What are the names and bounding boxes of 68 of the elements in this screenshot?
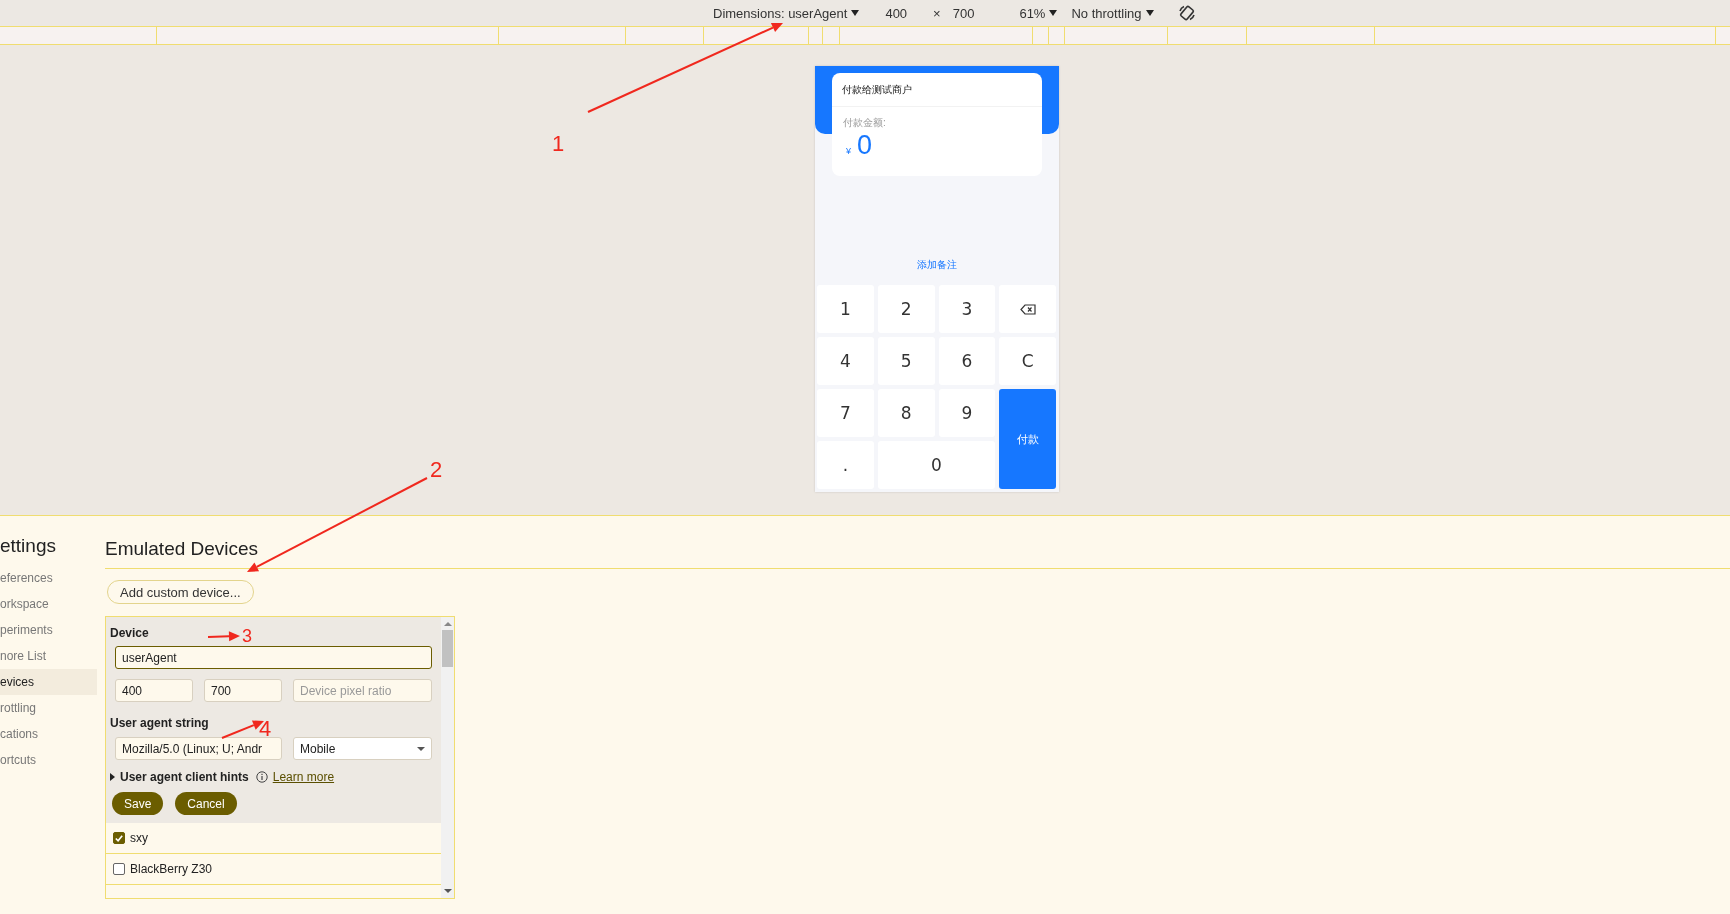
sidebar-item[interactable]: cations <box>0 721 97 747</box>
keypad-key[interactable]: C <box>999 337 1056 385</box>
keypad-key[interactable]: 6 <box>938 337 996 385</box>
times-sign: × <box>933 5 941 21</box>
zoom-dropdown[interactable]: 61% <box>1019 5 1058 21</box>
sidebar-item[interactable]: orkspace <box>0 591 97 617</box>
cancel-button[interactable]: Cancel <box>175 792 237 815</box>
annotation-number: 1 <box>552 131 565 157</box>
scroll-up-icon[interactable] <box>443 622 452 626</box>
scroll-down-icon[interactable] <box>443 889 452 893</box>
backspace-key[interactable] <box>999 285 1056 333</box>
learn-more-link[interactable]: Learn more <box>272 770 335 784</box>
scroll-thumb[interactable] <box>442 630 453 667</box>
checkbox[interactable] <box>113 832 125 844</box>
height-field[interactable]: 700 <box>952 5 975 21</box>
sidebar-item[interactable]: periments <box>0 617 97 643</box>
caret-icon <box>1049 10 1058 16</box>
keypad-key[interactable]: 2 <box>877 285 935 333</box>
keypad-key[interactable]: 8 <box>877 389 935 437</box>
client-hints-label: User agent client hints <box>120 770 249 784</box>
sidebar-item[interactable]: ortcuts <box>0 747 97 773</box>
device-name: BlackBerry Z30 <box>130 862 213 876</box>
merchant-title: 付款给测试商户 <box>832 73 1042 107</box>
keypad-key[interactable]: 5 <box>877 337 935 385</box>
device-label: Device <box>110 626 149 642</box>
add-custom-device-button[interactable]: Add custom device... <box>107 580 254 604</box>
caret-icon <box>417 746 425 751</box>
sidebar-item[interactable]: rottling <box>0 695 97 721</box>
info-icon <box>255 771 268 783</box>
save-button[interactable]: Save <box>112 792 164 815</box>
device-name: sxy <box>130 831 148 845</box>
caret-icon <box>1145 10 1154 16</box>
keypad-key[interactable]: 3 <box>938 285 996 333</box>
section-title: Emulated Devices <box>105 538 1730 569</box>
device-type-select[interactable]: Mobile <box>293 737 432 760</box>
caret-icon <box>851 10 860 16</box>
currency-sign: ¥ <box>846 146 851 156</box>
keypad-key[interactable]: . <box>817 441 874 489</box>
checkbox[interactable] <box>113 863 125 875</box>
backspace-icon <box>1019 303 1036 315</box>
height-field[interactable]: 700 <box>204 679 282 702</box>
keypad-key[interactable]: 1 <box>817 285 874 333</box>
pixel-ratio-field[interactable]: Device pixel ratio <box>293 679 432 702</box>
pay-key[interactable]: 付款 <box>999 389 1056 489</box>
settings-title: ettings <box>0 535 57 558</box>
annotation-number: 3 <box>242 627 252 645</box>
keypad-key[interactable]: 7 <box>817 389 874 437</box>
sidebar-item[interactable]: evices <box>0 669 97 695</box>
sidebar-item[interactable]: nore List <box>0 643 97 669</box>
annotation-number: 2 <box>430 457 443 483</box>
rotate-icon[interactable] <box>1177 4 1196 22</box>
sidebar-item[interactable]: eferences <box>0 565 97 591</box>
amount-label: 付款金额: <box>842 116 887 130</box>
width-field[interactable]: 400 <box>115 679 193 702</box>
device-name-field[interactable]: userAgent <box>115 646 432 669</box>
user-agent-label: User agent string <box>110 716 209 732</box>
keypad-key[interactable]: 4 <box>817 337 874 385</box>
keypad-key[interactable]: 9 <box>938 389 996 437</box>
add-remark-link[interactable]: 添加备注 <box>917 258 957 272</box>
width-field[interactable]: 400 <box>885 5 908 21</box>
amount-value: 0 <box>857 130 873 161</box>
expand-icon[interactable] <box>110 773 115 781</box>
keypad-key[interactable]: 0 <box>877 441 996 489</box>
throttling-dropdown[interactable]: No throttling <box>1071 5 1154 21</box>
scrollbar[interactable] <box>441 617 454 898</box>
user-agent-field[interactable]: Mozilla/5.0 (Linux; U; Andr <box>115 737 282 760</box>
arrow <box>207 631 240 642</box>
dimensions-dropdown[interactable]: Dimensions: userAgent <box>713 5 860 21</box>
